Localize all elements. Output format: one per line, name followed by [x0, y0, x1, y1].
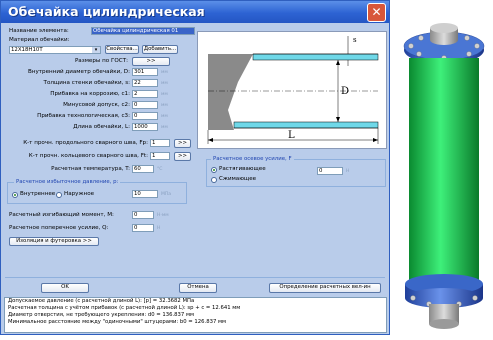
- length-dim-label: L: [288, 130, 295, 141]
- shear-label: Расчетное поперечное усилие, Q:: [9, 225, 109, 231]
- bottom-wall: [233, 121, 379, 129]
- results-panel: Допускаемое давление (с расчетной длиной…: [4, 297, 387, 333]
- pressure-unit: МПа: [161, 192, 172, 197]
- axial-compress-radio[interactable]: [211, 177, 217, 183]
- temperature-label: Расчетная температура, T:: [51, 166, 130, 172]
- shear-unit: Н: [157, 226, 161, 231]
- result-line: Расчетная толщина с учётом прибавок (с р…: [8, 305, 241, 311]
- define-values-button[interactable]: Определение расчетных вел-ин: [269, 283, 381, 293]
- axial-tension-radio[interactable]: [211, 167, 217, 173]
- pressure-outer-radio[interactable]: [56, 192, 62, 198]
- insulation-button[interactable]: Изоляция и футеровка >>: [9, 237, 99, 246]
- field-label-corrosion: Прибавка на коррозию, c1:: [50, 91, 130, 97]
- ok-button[interactable]: OK: [41, 283, 89, 293]
- shell-drawing: s D L: [207, 36, 379, 144]
- tech-allowance-unit: мм: [161, 114, 168, 119]
- moment-input[interactable]: 0: [132, 211, 154, 219]
- pressure-group-label: Расчетное избыточное давление, p:: [14, 179, 121, 185]
- vessel-3d-preview: [403, 23, 485, 329]
- thickness-unit: мм: [161, 81, 168, 86]
- shell-dialog: Обечайка цилиндрическая ✕ Название элеме…: [0, 0, 390, 335]
- result-line: Минимальное расстояние между "одиночными…: [8, 319, 226, 325]
- field-label-tolerance: Минусовой допуск, c2:: [63, 102, 130, 108]
- material-value: 12Х18Н10Т: [11, 47, 43, 53]
- gost-button[interactable]: >>: [132, 57, 170, 66]
- diameter-unit: мм: [161, 70, 168, 75]
- weld-long-button[interactable]: >>: [174, 139, 191, 148]
- material-properties-button[interactable]: Свойства...: [105, 45, 139, 54]
- pressure-inner-radio[interactable]: [12, 192, 18, 198]
- field-label-length: Длина обечайки, L:: [73, 124, 130, 130]
- axial-force-unit: Н: [346, 169, 350, 174]
- tolerance-input[interactable]: 0: [132, 101, 158, 109]
- pressure-inner-label: Внутреннее: [20, 191, 56, 197]
- material-add-button[interactable]: Добавить...: [142, 45, 178, 54]
- vessel-body: [409, 58, 479, 284]
- weld-circ-input[interactable]: 1: [150, 152, 170, 160]
- axial-tension-label: Растягивающее: [219, 166, 266, 172]
- axial-group-label: Расчетное осевое усилие, F: [211, 156, 294, 162]
- title-bar[interactable]: Обечайка цилиндрическая ✕: [1, 1, 389, 23]
- pressure-input[interactable]: 10: [132, 190, 158, 198]
- shell-wall-section: [208, 54, 253, 130]
- axial-force-input[interactable]: 0: [317, 167, 343, 175]
- axial-compress-label: Сжимающее: [219, 176, 257, 182]
- chevron-down-icon[interactable]: ▾: [92, 47, 100, 53]
- gost-label: Размеры по ГОСТ:: [74, 58, 128, 64]
- diameter-dim-label: D: [341, 86, 349, 97]
- footer-divider: [5, 277, 385, 278]
- element-name-label: Название элемента:: [9, 28, 69, 34]
- thickness-input[interactable]: 22: [132, 79, 158, 87]
- field-label-diameter: Внутренний диаметр обечайки, D:: [27, 69, 130, 75]
- pressure-outer-label: Наружное: [64, 191, 95, 197]
- corrosion-input[interactable]: 2: [132, 90, 158, 98]
- length-unit: мм: [161, 125, 168, 130]
- shell-diagram: s D L: [197, 31, 387, 149]
- temperature-unit: °C: [157, 167, 163, 172]
- temperature-input[interactable]: 60: [132, 165, 154, 173]
- tolerance-unit: мм: [161, 103, 168, 108]
- weld-long-label: К-т прочн. продольного сварного шва, Fp:: [23, 140, 148, 146]
- top-wall: [252, 53, 379, 61]
- cancel-button[interactable]: Отмена: [179, 283, 217, 293]
- element-name-input[interactable]: Обечайка цилиндрическая 01: [91, 27, 195, 35]
- field-label-tech-allowance: Прибавка технологическая, c3:: [37, 113, 130, 119]
- corrosion-unit: мм: [161, 92, 168, 97]
- close-button[interactable]: ✕: [367, 3, 386, 22]
- field-label-thickness: Толщина стенки обечайки, s:: [43, 80, 130, 86]
- weld-circ-label: К-т прочн. кольцевого сварного шва, Ft:: [28, 153, 148, 159]
- result-line: Допускаемое давление (с расчетной длиной…: [8, 298, 195, 304]
- weld-circ-button[interactable]: >>: [174, 152, 191, 161]
- tech-allowance-input[interactable]: 0: [132, 112, 158, 120]
- material-label: Материал обечайки:: [9, 37, 70, 43]
- shear-input[interactable]: 0: [132, 224, 154, 232]
- moment-label: Расчетный изгибающий момент, M:: [9, 212, 114, 218]
- length-input[interactable]: 1000: [132, 123, 158, 131]
- diameter-input[interactable]: 301: [132, 68, 158, 76]
- result-line: Диаметр отверстия, не требующего укрепле…: [8, 312, 194, 318]
- window-title: Обечайка цилиндрическая: [8, 4, 205, 19]
- weld-long-input[interactable]: 1: [150, 139, 170, 147]
- moment-unit: Н·мм: [157, 213, 169, 218]
- thickness-dim-label: s: [353, 36, 357, 44]
- material-select[interactable]: 12Х18Н10Т ▾: [9, 46, 101, 54]
